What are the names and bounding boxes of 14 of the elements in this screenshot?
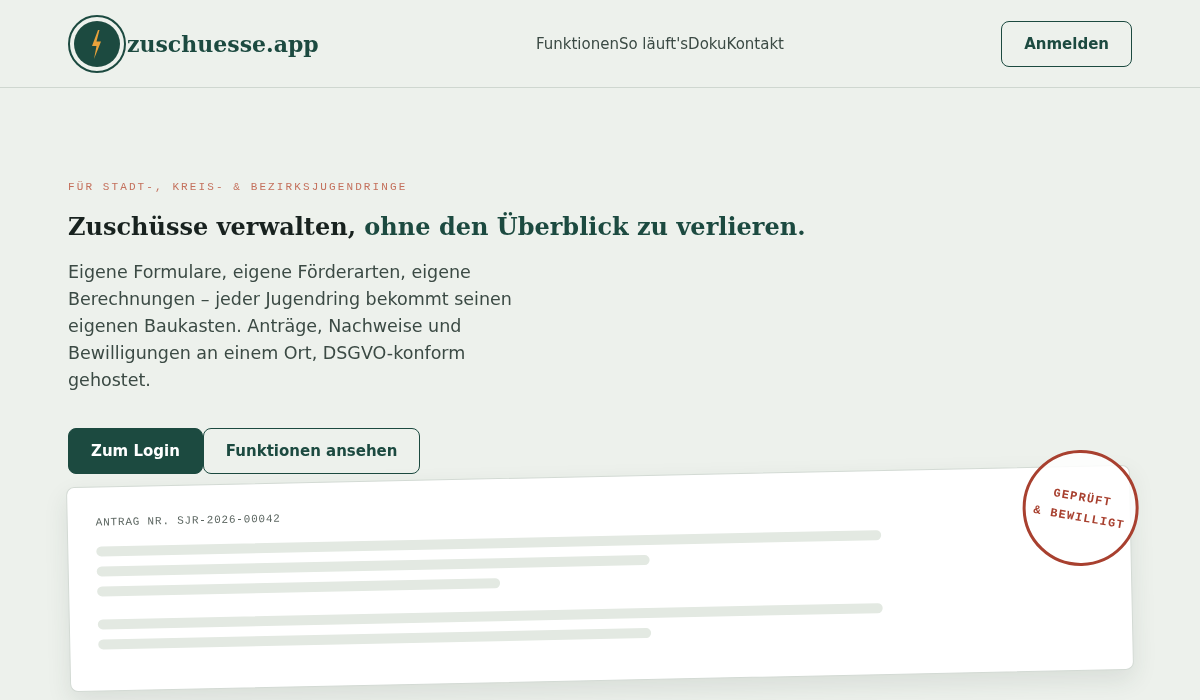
lightning-logo-icon (68, 14, 126, 73)
features-button[interactable]: Funktionen ansehen (202, 428, 421, 474)
login-button[interactable]: Anmelden (1001, 20, 1132, 67)
login-button[interactable]: Zum Login (68, 428, 203, 474)
hero-description: Eigene Formulare, eigene Förderarten, eigene Berechnungen – jeder Jugendring bekommt seinen eigenen Baukasten. Anträge, Nachweise und Bewilligungen an einem Ort, DSGVO-konform gehostet. (68, 261, 513, 392)
nav-link[interactable]: Funktionen (535, 34, 619, 53)
nav-link[interactable]: Doku (688, 34, 727, 53)
nav-link[interactable]: Kontakt (726, 34, 784, 53)
nav-link[interactable]: So läuft's (618, 34, 689, 53)
eyebrow-text: FÜR STADT-, KREIS- & BEZIRKSJUGENDRINGE (68, 180, 408, 194)
hero-heading: Zuschüsse verwalten, ohne den Überblick zu verlieren. (68, 211, 806, 243)
approval-stamp: GEPRÜFT & BEWILLIGT (1021, 448, 1140, 568)
application-number: ANTRAG NR. SJR-2026-00042 (95, 511, 281, 530)
logo-text[interactable]: zuschuesse.app (127, 30, 319, 57)
